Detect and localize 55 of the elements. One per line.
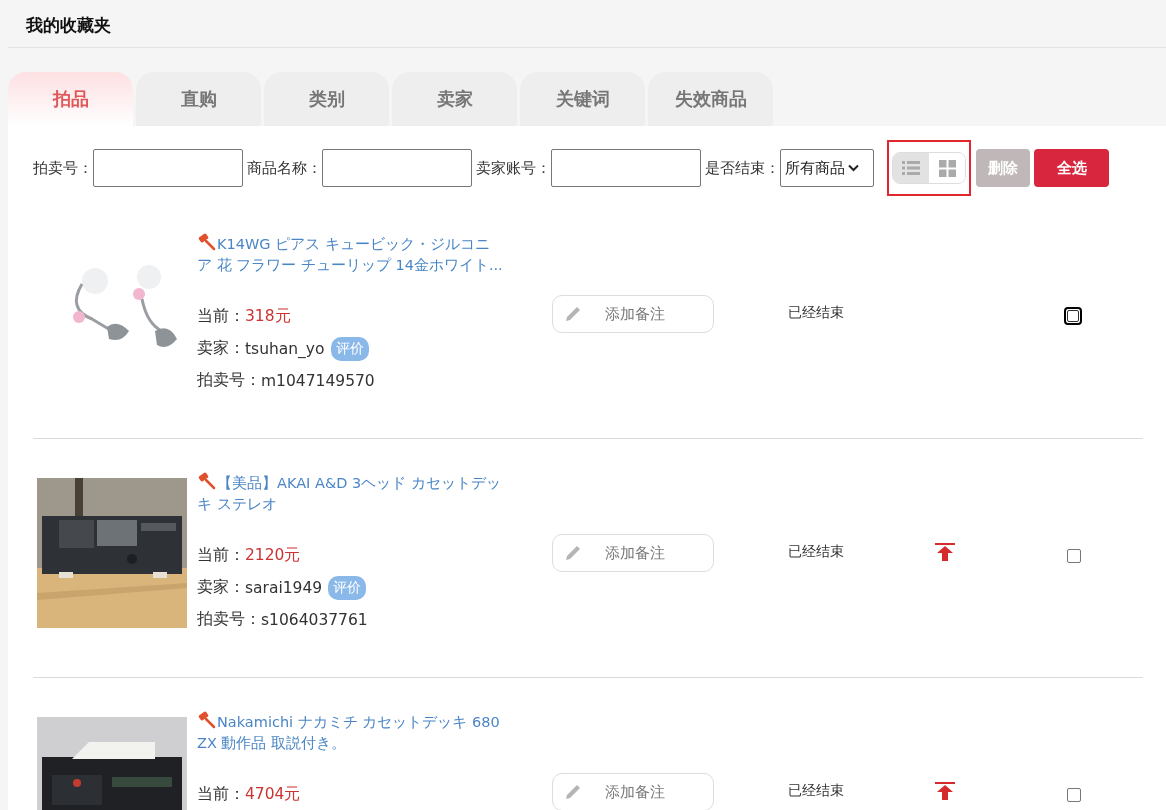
item-title-link[interactable]: Nakamichi ナカミチ カセットデッキ 680ZX 動作品 取説付き。	[197, 710, 503, 754]
gavel-icon	[197, 471, 217, 491]
pencil-icon	[563, 543, 583, 563]
auction-id: m1047149570	[261, 371, 375, 390]
current-price: 2120元	[245, 545, 301, 566]
item-title-link[interactable]: 【美品】AKAI A&D 3ヘッド カセットデッキ ステレオ	[197, 471, 503, 515]
tab[interactable]: 拍品	[8, 72, 133, 126]
status-dropdown[interactable]: 所有商品	[780, 149, 874, 187]
tab[interactable]: 卖家	[392, 72, 517, 126]
current-price: 4704元	[245, 784, 301, 805]
add-note-button[interactable]: 添加备注	[552, 295, 714, 333]
item-title-link[interactable]: K14WG ピアス キュービック・ジルコニア 花 フラワー チューリップ 14金ホワイト...	[197, 232, 503, 276]
price-label: 当前：	[197, 545, 245, 566]
pin-to-top-icon[interactable]	[935, 543, 955, 561]
checkbox[interactable]	[1067, 549, 1081, 563]
price-label: 当前：	[197, 784, 245, 805]
auction-id: s1064037761	[261, 610, 368, 629]
input-field[interactable]	[93, 149, 243, 187]
seller-name: tsuhan_yo	[245, 339, 325, 358]
grid-icon	[938, 159, 956, 177]
filter-label: 拍卖号：	[33, 158, 93, 178]
input-field[interactable]	[322, 149, 472, 187]
pencil-icon	[563, 782, 583, 802]
status-text: 已经结束	[788, 543, 844, 559]
current-price: 318元	[245, 306, 291, 327]
filter-label: 卖家账号：	[476, 158, 551, 178]
pin-to-top-icon[interactable]	[935, 782, 955, 800]
chevron-down-icon	[848, 164, 859, 172]
seller-name: sarai1949	[245, 578, 323, 597]
filter-label: 商品名称：	[247, 158, 322, 178]
tab[interactable]: 直购	[136, 72, 261, 126]
pencil-icon	[563, 304, 583, 324]
input-field[interactable]	[551, 149, 701, 187]
status-text: 已经结束	[788, 304, 844, 320]
auction-id-label: 拍卖号：	[197, 609, 261, 630]
checkbox[interactable]	[1067, 788, 1081, 802]
rate-badge[interactable]: 评价	[328, 575, 367, 600]
status-text: 已经结束	[788, 782, 844, 798]
add-note-button[interactable]: 添加备注	[552, 773, 714, 810]
seller-label: 卖家：	[197, 338, 245, 359]
rate-badge[interactable]: 评价	[330, 336, 369, 361]
add-note-button[interactable]: 添加备注	[552, 534, 714, 572]
seller-label: 卖家：	[197, 577, 245, 598]
tab[interactable]: 关键词	[520, 72, 645, 126]
list-icon	[902, 161, 920, 175]
tab[interactable]: 失效商品	[648, 72, 773, 126]
gavel-icon	[197, 232, 217, 252]
delete-button[interactable]: 删除	[976, 149, 1030, 187]
page-title: 我的收藏夹	[26, 15, 111, 35]
filter-label: 是否结束：	[705, 158, 780, 178]
price-label: 当前：	[197, 306, 245, 327]
auction-id-label: 拍卖号：	[197, 370, 261, 391]
tab[interactable]: 类别	[264, 72, 389, 126]
gavel-icon	[197, 710, 217, 730]
select-all-button[interactable]: 全选	[1034, 149, 1109, 187]
